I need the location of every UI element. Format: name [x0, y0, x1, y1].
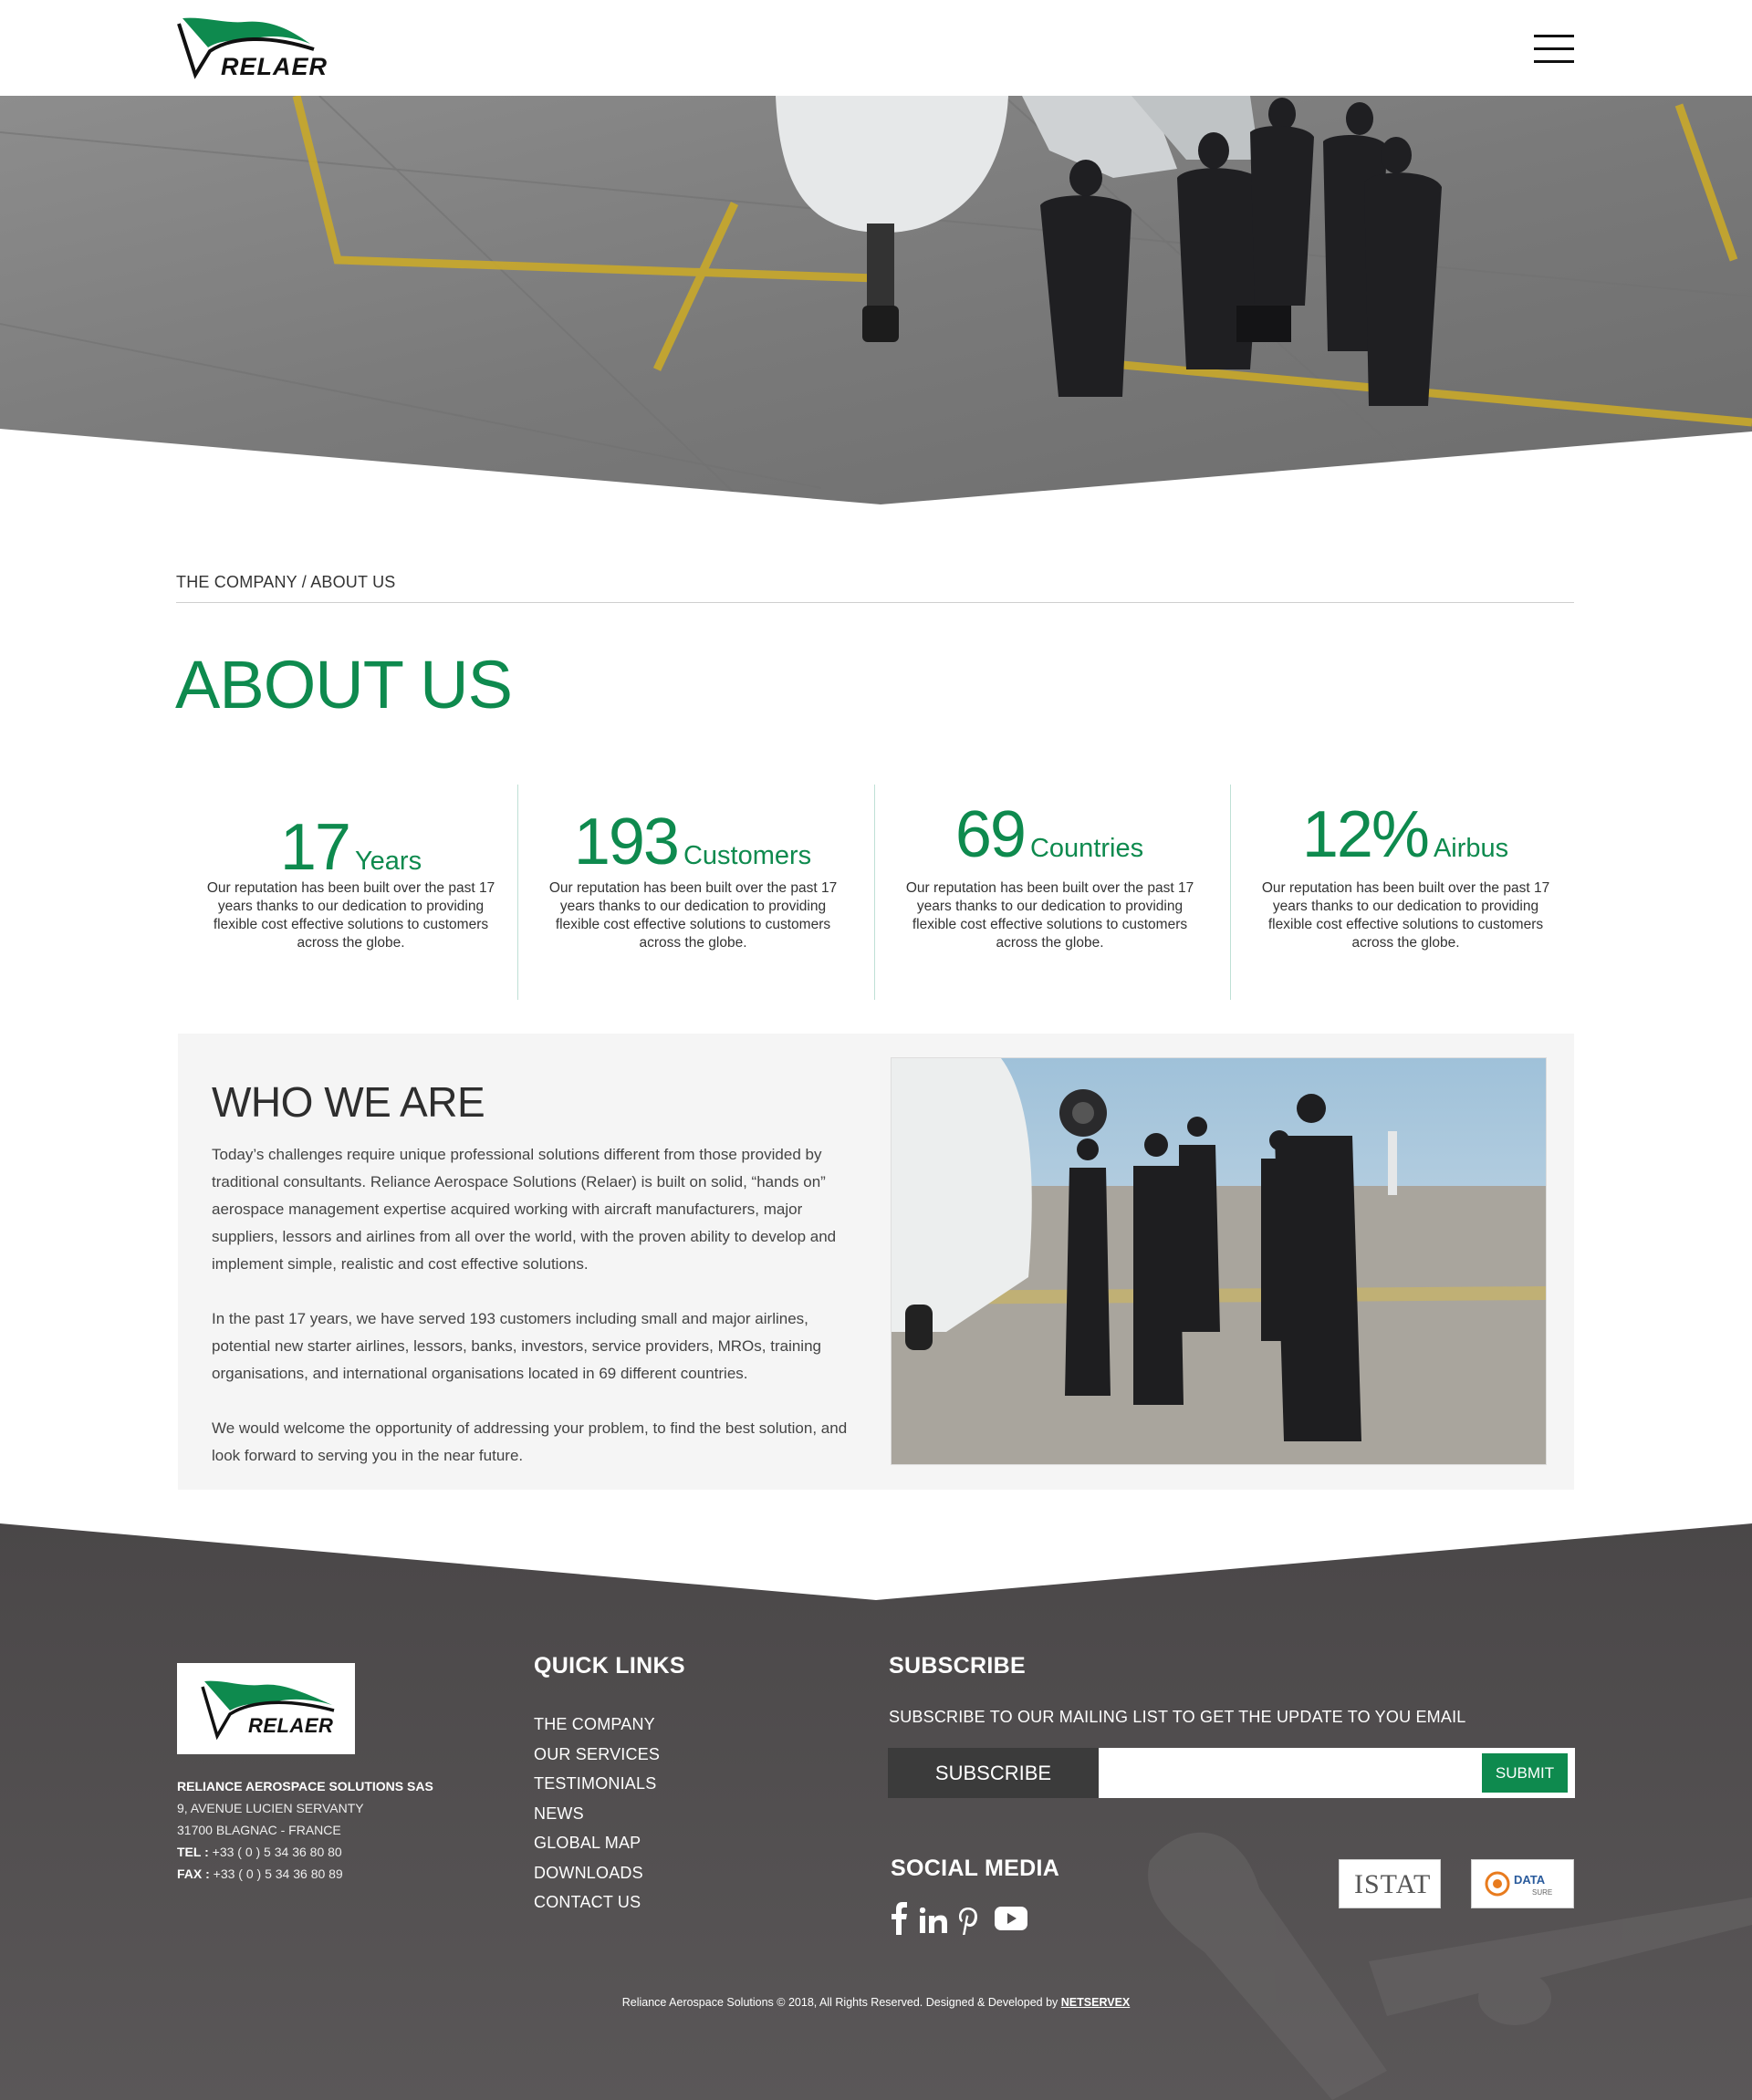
site-header: RELAER — [0, 0, 1752, 96]
subscribe-description: SUBSCRIBE TO OUR MAILING LIST TO GET THE… — [889, 1708, 1466, 1726]
company-address: RELIANCE AEROSPACE SOLUTIONS SAS 9, AVEN… — [177, 1775, 433, 1885]
quick-link-contact[interactable]: CONTACT US — [534, 1893, 641, 1911]
stat-unit: Customers — [683, 841, 812, 870]
datasure-wordmark: DATA — [1514, 1873, 1546, 1887]
stats-row: 17 Years Our reputation has been built ov… — [176, 785, 1574, 1000]
stat-unit: Years — [354, 847, 422, 876]
hamburger-menu-icon[interactable] — [1534, 35, 1574, 64]
developer-link[interactable]: NETSERVEX — [1061, 1996, 1131, 2009]
copyright-text: Reliance Aerospace Solutions © 2018, All… — [621, 1996, 1058, 2009]
subscribe-form: SUBSCRIBE SUBMIT — [888, 1748, 1575, 1798]
stat-number: 69 — [954, 798, 1027, 871]
stat-description: Our reputation has been built over the p… — [905, 880, 1194, 951]
quick-link-downloads[interactable]: DOWNLOADS — [534, 1864, 643, 1882]
quick-link-testimonials[interactable]: TESTIMONIALS — [534, 1774, 656, 1793]
stat-unit: Airbus — [1433, 834, 1509, 863]
quick-link-item: OUR SERVICES — [534, 1740, 660, 1770]
quick-link-news[interactable]: NEWS — [534, 1804, 584, 1823]
breadcrumb-current: ABOUT US — [310, 573, 396, 591]
quick-link-item: DOWNLOADS — [534, 1858, 660, 1888]
footer-logo-mark — [201, 1680, 335, 1741]
stat-description: Our reputation has been built over the p… — [206, 880, 495, 951]
team-photo — [891, 1057, 1547, 1465]
quick-link-item: CONTACT US — [534, 1887, 660, 1918]
fax-value: +33 ( 0 ) 5 34 36 80 89 — [213, 1866, 343, 1881]
address-line-2: 31700 BLAGNAC - FRANCE — [177, 1823, 341, 1837]
tel-label: TEL : — [177, 1845, 209, 1859]
page-title: ABOUT US — [175, 647, 513, 723]
linkedin-icon[interactable] — [920, 1908, 947, 1933]
youtube-icon[interactable] — [995, 1907, 1027, 1930]
datasure-sub: SURE — [1532, 1888, 1553, 1897]
stat-airbus: 12% Airbus Our reputation has been built … — [1230, 785, 1580, 1000]
who-we-are-title: WHO WE ARE — [212, 1078, 485, 1126]
quick-links-heading: QUICK LINKS — [534, 1653, 685, 1679]
stat-countries: 69 Countries Our reputation has been buil… — [874, 785, 1224, 1000]
quick-link-item: TESTIMONIALS — [534, 1769, 660, 1799]
phone-line: TEL : +33 ( 0 ) 5 34 36 80 80 — [177, 1841, 433, 1863]
quick-link-services[interactable]: OUR SERVICES — [534, 1745, 660, 1763]
social-media-heading: SOCIAL MEDIA — [891, 1856, 1060, 1881]
stat-unit: Countries — [1029, 834, 1144, 863]
tel-value: +33 ( 0 ) 5 34 36 80 80 — [212, 1845, 342, 1859]
datasure-partner-logo[interactable]: DATA SURE — [1471, 1859, 1574, 1908]
istat-partner-logo[interactable]: ISTAT — [1339, 1859, 1441, 1908]
footer-logo[interactable]: RELAER — [177, 1663, 355, 1754]
who-we-are-body: Today’s challenges require unique profes… — [212, 1141, 850, 1497]
stat-number: 12% — [1301, 798, 1430, 871]
stat-years: 17 Years Our reputation has been built ov… — [176, 785, 526, 1000]
quick-link-company[interactable]: THE COMPANY — [534, 1715, 655, 1733]
quick-link-item: THE COMPANY — [534, 1710, 660, 1740]
quick-link-global-map[interactable]: GLOBAL MAP — [534, 1834, 641, 1852]
stat-number: 193 — [573, 806, 680, 878]
company-name: RELIANCE AEROSPACE SOLUTIONS SAS — [177, 1779, 433, 1793]
breadcrumb-parent-link[interactable]: THE COMPANY — [176, 573, 297, 591]
quick-links-list: THE COMPANY OUR SERVICES TESTIMONIALS NE… — [534, 1710, 660, 1918]
address-line-1: 9, AVENUE LUCIEN SERVANTY — [177, 1801, 364, 1815]
istat-wordmark: ISTAT — [1354, 1869, 1432, 1899]
stat-description: Our reputation has been built over the p… — [548, 880, 838, 951]
who-we-are-section: WHO WE ARE Today’s challenges require un… — [178, 1034, 1574, 1490]
pinterest-icon[interactable] — [958, 1908, 978, 1935]
datasure-emblem-icon — [1485, 1871, 1510, 1897]
logo-wordmark: RELAER — [221, 53, 328, 80]
subscribe-label: SUBSCRIBE — [888, 1748, 1099, 1798]
copyright-line: Reliance Aerospace Solutions © 2018, All… — [0, 1996, 1752, 2009]
relaer-logo[interactable]: RELAER — [177, 15, 327, 82]
who-paragraph: In the past 17 years, we have served 193… — [212, 1310, 821, 1382]
footer-logo-wordmark: RELAER — [248, 1714, 334, 1737]
facebook-icon[interactable] — [890, 1902, 908, 1935]
breadcrumb: THE COMPANY / ABOUT US — [176, 573, 395, 592]
hero-image — [0, 96, 1752, 506]
stat-number: 17 — [279, 811, 351, 884]
who-paragraph: Today’s challenges require unique profes… — [212, 1146, 837, 1273]
breadcrumb-separator: / — [297, 573, 311, 591]
subscribe-heading: SUBSCRIBE — [889, 1653, 1026, 1679]
who-paragraph: We would welcome the opportunity of addr… — [212, 1419, 848, 1464]
quick-link-item: NEWS — [534, 1799, 660, 1829]
quick-link-item: GLOBAL MAP — [534, 1828, 660, 1858]
submit-button[interactable]: SUBMIT — [1482, 1753, 1568, 1793]
stat-description: Our reputation has been built over the p… — [1261, 880, 1550, 951]
fax-line: FAX : +33 ( 0 ) 5 34 36 80 89 — [177, 1863, 433, 1885]
stat-customers: 193 Customers Our reputation has been bui… — [517, 785, 867, 1000]
breadcrumb-divider — [176, 602, 1574, 603]
fax-label: FAX : — [177, 1866, 210, 1881]
